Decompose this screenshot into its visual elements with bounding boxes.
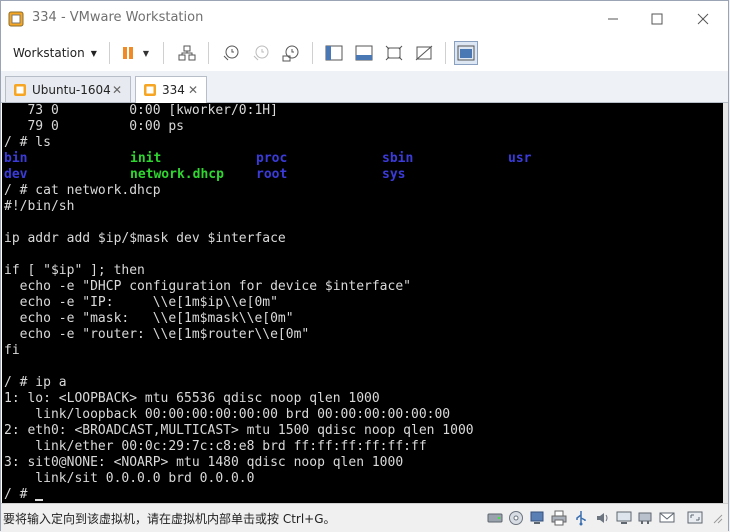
terminal-line: echo -e "mask: \\e[1m$mask\\e[0m": [4, 311, 294, 326]
close-icon[interactable]: ✕: [112, 83, 122, 97]
console-view-button[interactable]: [454, 41, 478, 65]
sound-icon[interactable]: [595, 510, 611, 526]
cd-dvd-icon[interactable]: [508, 510, 524, 526]
terminal-line: fi: [4, 343, 20, 358]
terminal-line: link/sit 0.0.0.0 brd 0.0.0.0: [4, 471, 255, 486]
close-button[interactable]: [686, 1, 720, 37]
toolbar-divider: [109, 42, 110, 64]
fullscreen-icon: [385, 45, 403, 61]
window-title: 334 - VMware Workstation: [32, 10, 204, 25]
library-panel-icon: [325, 45, 343, 61]
terminal-prompt-line[interactable]: / #: [4, 487, 44, 503]
no-unity-icon: [415, 45, 433, 61]
ls-entry: root: [256, 167, 288, 182]
vm-tab-strip: Ubuntu-1604 ✕ 334 ✕: [1, 71, 728, 103]
chevron-down-icon: ▼: [142, 48, 150, 58]
toolbar-divider: [163, 42, 164, 64]
status-bar: 要将输入定向到该虚拟机，请在虚拟机内部单击或按 Ctrl+G。: [1, 503, 728, 532]
ls-entry: proc: [256, 151, 288, 166]
vm-icon: [14, 83, 26, 96]
ls-entry: dev: [4, 167, 28, 182]
unity-mode-button[interactable]: [413, 42, 435, 64]
workstation-menu-button[interactable]: Workstation ▼: [6, 40, 102, 66]
main-toolbar: Workstation ▼ ▼: [1, 37, 728, 72]
terminal-line: / # ls: [4, 135, 51, 150]
ls-entry: init: [130, 151, 162, 166]
vm-console[interactable]: 73 0 0:00 [kworker/0:1H] 79 0 0:00 ps / …: [2, 103, 723, 503]
close-icon: [697, 13, 709, 25]
power-menu-dropdown[interactable]: ▼: [139, 42, 153, 64]
tab-334[interactable]: 334 ✕: [135, 76, 207, 103]
toolbar-divider: [445, 42, 446, 64]
usb-icon[interactable]: [573, 510, 589, 526]
terminal-line: echo -e "router: \\e[1m$router\\e[0m": [4, 327, 310, 342]
terminal-line: 3: sit0@NONE: <NOARP> mtu 1480 qdisc noo…: [4, 455, 404, 470]
maximize-button[interactable]: [640, 1, 674, 37]
terminal-line: link/loopback 00:00:00:00:00:00 brd 00:0…: [4, 407, 451, 422]
snapshot-clock-icon: [223, 45, 239, 61]
full-screen-button[interactable]: [383, 42, 405, 64]
terminal-line: 79 0 0:00 ps: [4, 119, 185, 134]
thumbnail-bar-icon: [355, 45, 373, 61]
terminal-line: / # cat network.dhcp: [4, 183, 161, 198]
network-adapter-icon[interactable]: [637, 510, 653, 526]
terminal-prompt: / #: [4, 487, 36, 502]
pause-button[interactable]: [117, 42, 139, 64]
revert-snapshot-button: [250, 42, 272, 64]
vmware-app-icon: [8, 11, 24, 27]
ls-entry: network.dhcp: [130, 167, 224, 182]
maximize-icon: [651, 13, 663, 25]
hard-disk-icon[interactable]: [487, 510, 503, 526]
terminal-line: 1: lo: <LOOPBACK> mtu 65536 qdisc noop q…: [4, 391, 380, 406]
show-thumbnail-bar-button[interactable]: [353, 42, 375, 64]
terminal-line: 73 0 0:00 [kworker/0:1H]: [4, 103, 278, 118]
input-hint-text: 要将输入定向到该虚拟机，请在虚拟机内部单击或按 Ctrl+G。: [3, 512, 336, 526]
show-library-button[interactable]: [323, 42, 345, 64]
snapshot-manager-icon: [282, 45, 299, 62]
printer-icon[interactable]: [551, 510, 567, 526]
terminal-line: link/ether 00:0c:29:7c:c8:e8 brd ff:ff:f…: [4, 439, 427, 454]
network-icon[interactable]: [529, 510, 545, 526]
snapshot-manager-button[interactable]: [280, 42, 302, 64]
send-ctrl-alt-del-button[interactable]: [176, 42, 198, 64]
terminal-line: #!/bin/sh: [4, 199, 75, 214]
tab-label: Ubuntu-1604: [32, 82, 111, 97]
toolbar-divider: [208, 42, 209, 64]
snapshot-revert-icon: [253, 45, 269, 61]
close-icon[interactable]: ✕: [188, 83, 198, 97]
minimize-icon: [608, 18, 618, 20]
terminal-line: echo -e "IP: \\e[1m$ip\\e[0m": [4, 295, 278, 310]
resize-grip-icon[interactable]: [709, 510, 725, 526]
terminal-line: echo -e "DHCP configuration for device $…: [4, 279, 411, 294]
console-scrollbar[interactable]: [723, 103, 728, 503]
terminal-line: 2: eth0: <BROADCAST,MULTICAST> mtu 1500 …: [4, 423, 474, 438]
ls-entry: sbin: [382, 151, 414, 166]
title-bar[interactable]: 334 - VMware Workstation: [1, 1, 728, 37]
minimize-button[interactable]: [596, 1, 630, 37]
message-icon[interactable]: [659, 510, 675, 526]
network-tree-icon: [178, 45, 196, 61]
terminal-line: ip addr add $ip/$mask dev $interface: [4, 231, 286, 246]
terminal-line: / # ip a: [4, 375, 67, 390]
text-cursor: [35, 499, 44, 501]
ls-entry: usr: [508, 151, 532, 166]
vmware-window: 334 - VMware Workstation Workstation ▼ ▼: [0, 0, 729, 532]
pause-icon: [123, 47, 133, 59]
display-icon[interactable]: [616, 510, 632, 526]
vm-icon: [144, 84, 156, 96]
ls-entry: bin: [4, 151, 28, 166]
ls-entry: sys: [382, 167, 406, 182]
workstation-menu-label: Workstation: [13, 46, 85, 60]
tab-label: 334: [162, 83, 185, 97]
toolbar-divider: [312, 42, 313, 64]
take-snapshot-button[interactable]: [220, 42, 242, 64]
console-view-icon: [457, 45, 475, 61]
chevron-down-icon: ▼: [90, 48, 97, 58]
tab-ubuntu-1604[interactable]: Ubuntu-1604 ✕: [5, 76, 131, 102]
terminal-line: if [ "$ip" ]; then: [4, 263, 145, 278]
fullscreen-icon[interactable]: [687, 510, 703, 526]
